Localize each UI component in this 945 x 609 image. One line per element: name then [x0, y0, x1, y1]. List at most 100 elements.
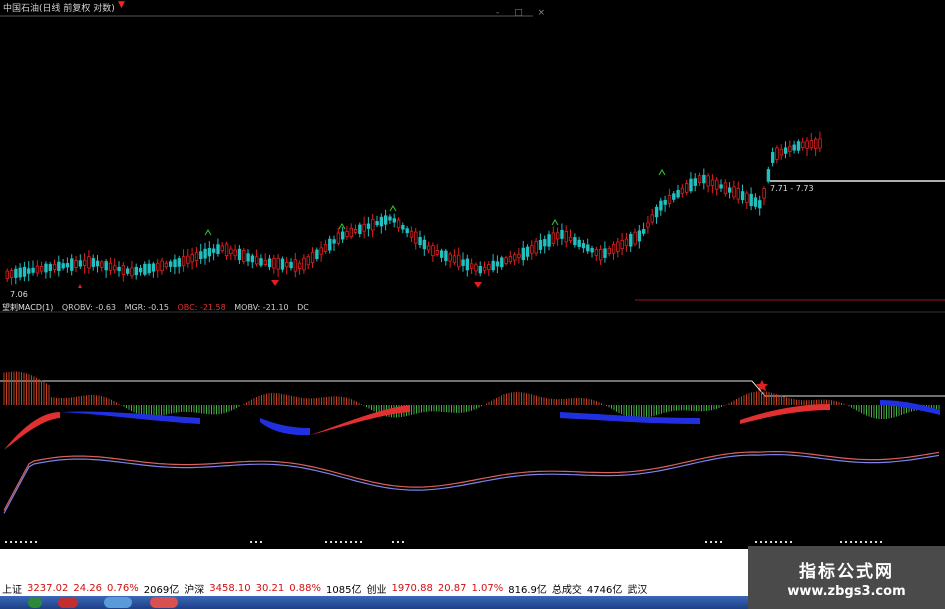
candle-body	[83, 259, 87, 266]
sell-signal-marker	[474, 282, 482, 288]
candle-body	[14, 268, 18, 278]
macd-threshold-step	[751, 380, 945, 397]
candle-body	[401, 225, 405, 230]
candle-body	[87, 256, 91, 269]
candle-body	[685, 182, 689, 193]
candle-body	[530, 245, 534, 254]
bottom-dot	[770, 541, 772, 543]
bottom-dot	[720, 541, 722, 543]
candle-body	[22, 266, 27, 277]
candle-body	[9, 270, 14, 278]
chart-canvas	[0, 15, 945, 543]
candle-body	[740, 191, 745, 201]
candle-body	[366, 223, 371, 229]
start-orb-icon[interactable]	[28, 597, 42, 608]
candle-body	[246, 253, 250, 262]
candle-body	[409, 230, 414, 238]
candle-body	[220, 245, 224, 252]
taskbar-app-1-icon[interactable]	[58, 597, 78, 608]
sh-label[interactable]: 上证	[2, 581, 22, 596]
candle-body	[285, 262, 289, 268]
candle-body	[611, 244, 616, 254]
bottom-dot	[870, 541, 872, 543]
candle-body	[775, 147, 779, 160]
buy-signal-marker	[389, 205, 397, 212]
bottom-dot	[10, 541, 12, 543]
hs-label[interactable]: 沪深	[184, 581, 204, 596]
taskbar-app-3-icon[interactable]	[150, 597, 178, 608]
buy-signal-marker	[204, 229, 212, 236]
candle-body	[616, 241, 620, 252]
candle-body	[629, 233, 633, 247]
candle-body	[156, 262, 160, 271]
bottom-dot	[397, 541, 399, 543]
candle-body	[478, 265, 482, 274]
candle-body	[461, 259, 465, 266]
indicator-dc: DC	[297, 303, 309, 312]
cy-label[interactable]: 创业	[366, 581, 386, 596]
candle-body	[809, 140, 814, 149]
macd-lines	[3, 451, 940, 514]
bottom-dot	[30, 541, 32, 543]
candle-body	[328, 238, 332, 251]
candle-body	[448, 253, 452, 262]
candle-body	[732, 186, 736, 198]
candle-body	[650, 214, 654, 223]
candle-body	[745, 192, 749, 203]
candle-body	[719, 184, 723, 189]
candle-body	[306, 256, 310, 266]
macd-line-blue	[3, 454, 940, 514]
bottom-dot	[855, 541, 857, 543]
blue-band	[560, 412, 700, 424]
candle-body	[263, 259, 267, 265]
candle-body	[143, 263, 147, 275]
indicator-name[interactable]: 望剌MACD(1)	[2, 303, 53, 312]
bottom-dot	[840, 541, 842, 543]
candle-body	[259, 258, 263, 266]
candle-body	[207, 248, 212, 257]
candle-body	[465, 258, 470, 271]
candle-body	[65, 263, 70, 268]
candle-body	[482, 266, 487, 271]
candle-body	[680, 187, 685, 194]
candle-body	[388, 216, 392, 221]
hs-pct: 0.88%	[289, 583, 322, 594]
candle-body	[676, 189, 680, 198]
candle-body	[164, 262, 169, 268]
candle-body	[736, 187, 740, 200]
candle-body	[693, 178, 697, 186]
bottom-dot	[340, 541, 342, 543]
candle-body	[521, 247, 525, 261]
candle-body	[702, 174, 706, 184]
hs-vol: 1085亿	[326, 585, 362, 596]
candle-body	[44, 263, 48, 273]
candle-body	[40, 266, 44, 272]
cy-vol: 816.9亿	[508, 585, 547, 596]
candle-body	[371, 218, 375, 231]
bottom-dot	[860, 541, 862, 543]
bottom-dot-markers	[5, 541, 882, 543]
candle-body	[783, 147, 788, 154]
bottom-dot	[705, 541, 707, 543]
bottom-dot	[780, 541, 782, 543]
candle-body	[134, 266, 138, 276]
candle-body	[689, 178, 693, 192]
candle-body	[469, 263, 474, 269]
candle-body	[353, 228, 358, 233]
title-dropdown-icon[interactable]: ▼	[118, 0, 125, 10]
sh-index: 3237.02	[27, 583, 69, 594]
candle-body	[624, 238, 629, 247]
candle-body	[276, 257, 280, 270]
candle-body	[349, 227, 353, 237]
candle-body	[95, 260, 100, 267]
candle-body	[70, 258, 74, 271]
bottom-dot	[335, 541, 337, 543]
cy-change: 20.87	[437, 583, 467, 594]
window-control-buttons[interactable]: - □ ×	[496, 8, 551, 18]
taskbar-app-2-icon[interactable]	[104, 597, 132, 608]
candle-body	[242, 249, 246, 262]
candle-body	[289, 261, 293, 269]
candle-body	[586, 244, 590, 252]
candle-body	[121, 265, 126, 275]
candle-body	[435, 250, 439, 255]
